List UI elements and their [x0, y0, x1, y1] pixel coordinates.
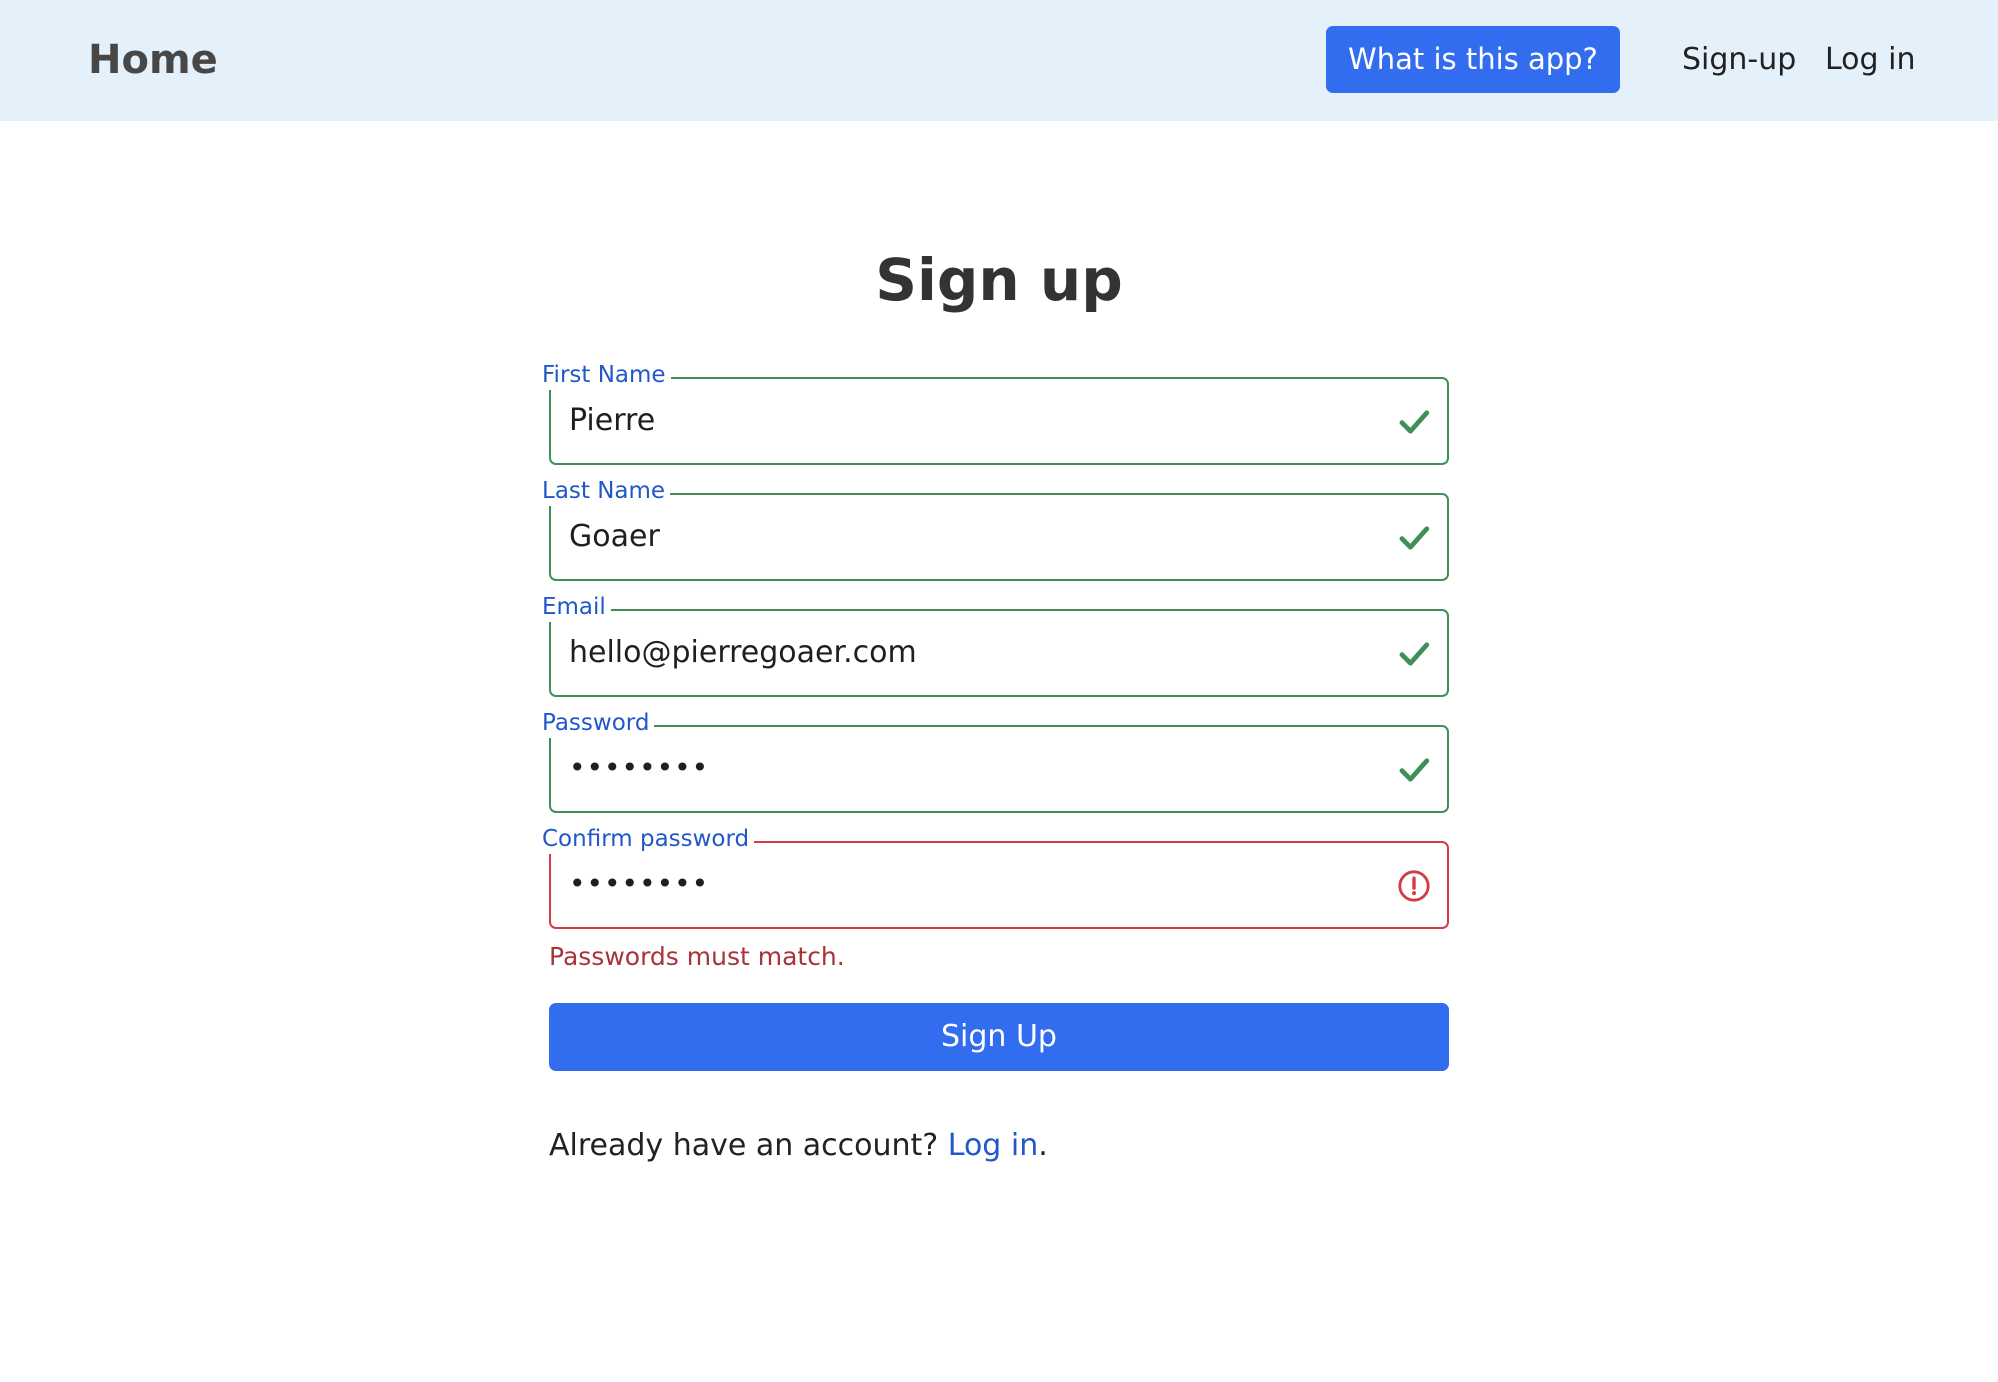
login-prompt-period: .	[1038, 1128, 1048, 1163]
checkmark-icon	[1399, 410, 1430, 434]
home-brand-link[interactable]: Home	[88, 36, 218, 84]
login-link[interactable]: Log in	[948, 1128, 1038, 1163]
last-name-input[interactable]: Goaer	[569, 515, 660, 559]
checkmark-icon	[1399, 642, 1430, 666]
login-prompt: Already have an account? Log in.	[549, 1124, 1048, 1168]
email-input[interactable]: hello@pierregoaer.com	[569, 631, 917, 675]
navbar: Home What is this app? Sign-up Log in	[0, 0, 1998, 121]
email-label: Email	[542, 592, 611, 622]
confirm-password-input[interactable]: ••••••••	[569, 862, 709, 906]
first-name-input[interactable]: Pierre	[569, 399, 655, 443]
confirm-password-field[interactable]: Confirm password ••••••••	[542, 824, 1449, 929]
email-field[interactable]: Email hello@pierregoaer.com	[542, 592, 1449, 697]
password-field[interactable]: Password ••••••••	[542, 708, 1449, 813]
sign-up-button[interactable]: Sign Up	[549, 1003, 1449, 1071]
password-input[interactable]: ••••••••	[569, 746, 709, 790]
confirm-password-label: Confirm password	[542, 824, 755, 854]
nav-login-link[interactable]: Log in	[1825, 38, 1915, 82]
first-name-field[interactable]: First Name Pierre	[542, 360, 1449, 465]
last-name-field[interactable]: Last Name Goaer	[542, 476, 1449, 581]
nav-signup-link[interactable]: Sign-up	[1682, 38, 1796, 82]
error-circle-icon	[1398, 870, 1430, 902]
checkmark-icon	[1399, 758, 1430, 782]
password-mismatch-error: Passwords must match.	[549, 942, 845, 971]
first-name-label: First Name	[542, 360, 671, 390]
page-title: Sign up	[875, 246, 1123, 314]
checkmark-icon	[1399, 526, 1430, 550]
what-is-this-app-button[interactable]: What is this app?	[1326, 26, 1620, 93]
login-prompt-text: Already have an account?	[549, 1128, 948, 1163]
password-label: Password	[542, 708, 655, 738]
last-name-label: Last Name	[542, 476, 671, 506]
